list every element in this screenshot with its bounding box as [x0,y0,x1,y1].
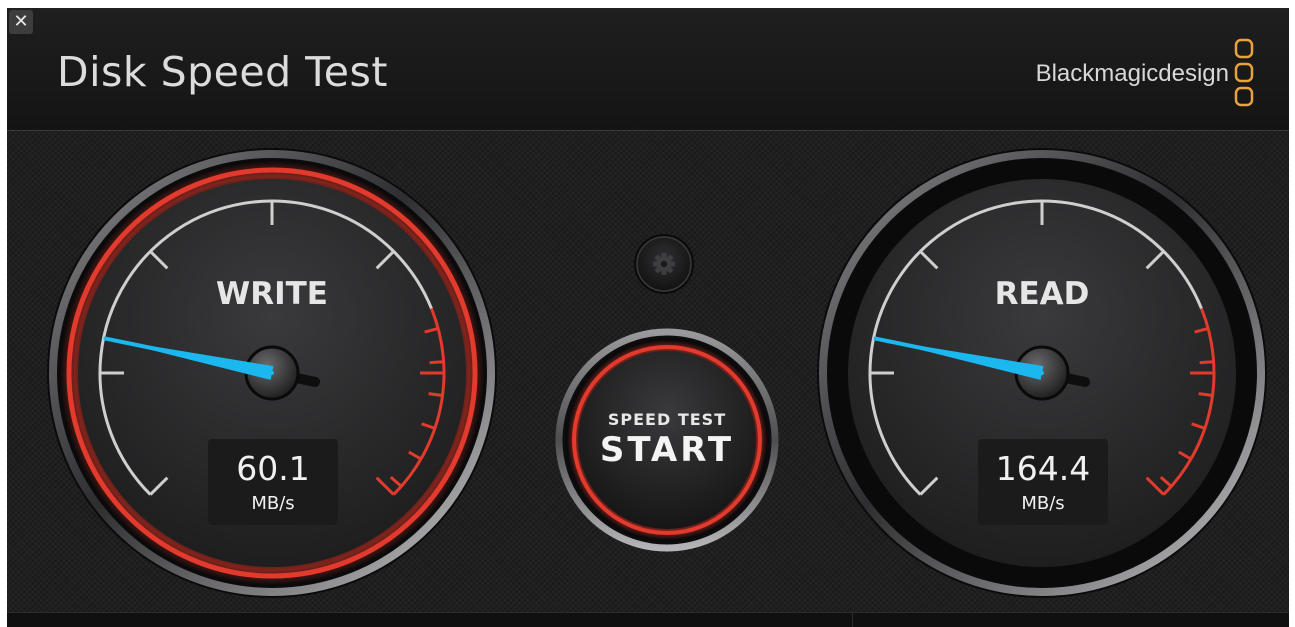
start-button-caption: SPEED TEST [607,410,727,429]
settings-button[interactable] [632,232,696,296]
footer-bar [7,612,1289,627]
app-window: ✕ Disk Speed Test Blackmagicdesign WRITE… [7,8,1289,627]
speed-test-start-button[interactable]: SPEED TEST START [555,328,779,552]
blackmagic-logo-icon [1234,38,1254,107]
footer-divider [852,613,853,627]
brand-name: Blackmagicdesign [1035,60,1229,87]
start-button-label: START [599,430,735,470]
title-bar: ✕ Disk Speed Test Blackmagicdesign [7,8,1289,131]
page-title: Disk Speed Test [57,48,388,96]
gear-icon [634,234,694,294]
close-button[interactable]: ✕ [9,10,33,34]
